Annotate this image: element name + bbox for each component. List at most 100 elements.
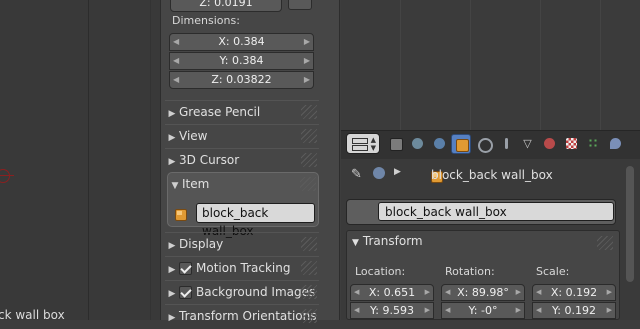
object-cube-icon (175, 208, 187, 221)
scene-icon (434, 138, 445, 149)
modifiers-icon (505, 138, 508, 149)
rotation-y-field[interactable]: ◀ Y: -0° ▶ (441, 302, 525, 319)
physics-icon (610, 138, 621, 149)
tab-texture[interactable] (562, 134, 582, 154)
background-images-checkbox[interactable] (179, 286, 192, 299)
dimension-y-field[interactable]: ◀ Y: 0.384 ▶ (169, 52, 314, 70)
scale-label: Scale: (536, 265, 570, 278)
drag-grip-icon[interactable] (301, 261, 317, 275)
panel-background-images[interactable]: ▶ Background Images (165, 280, 319, 303)
increment-arrow-icon[interactable]: ▶ (516, 285, 521, 300)
scale-x-field[interactable]: ◀ X: 0.192 ▶ (532, 284, 616, 301)
expand-triangle-icon: ▶ (168, 289, 176, 299)
decrement-arrow-icon[interactable]: ◀ (354, 285, 359, 300)
scrollbar[interactable] (626, 166, 634, 282)
particles-icon (588, 138, 599, 149)
increment-arrow-icon[interactable]: ▶ (425, 285, 430, 300)
location-y-field[interactable]: ◀ Y: 9.593 ▶ (350, 302, 434, 319)
drag-grip-icon[interactable] (301, 237, 317, 251)
lock-toggle[interactable] (288, 0, 312, 10)
panel-grease-pencil[interactable]: ▶ Grease Pencil (165, 100, 319, 123)
dimension-z-field[interactable]: ◀ Z: 0.03822 ▶ (169, 71, 314, 89)
rotation-x-field[interactable]: ◀ X: 89.98° ▶ (441, 284, 525, 301)
panel-transform-orientations[interactable]: ▶ Transform Orientations (165, 304, 319, 327)
object-icon (456, 139, 469, 152)
render-layers-icon (412, 138, 423, 149)
object-origin-axis (0, 175, 14, 176)
object-name-field[interactable]: block_back wall_box (378, 202, 614, 221)
increment-arrow-icon[interactable]: ▶ (304, 34, 310, 50)
drag-grip-icon[interactable] (597, 236, 613, 250)
context-menu-button[interactable]: ▲ ▼ (346, 133, 380, 154)
tab-render-layers[interactable] (408, 134, 428, 154)
panel-motion-tracking[interactable]: ▶ Motion Tracking (165, 256, 319, 279)
grid-divider (400, 0, 401, 130)
decrement-arrow-icon[interactable]: ◀ (536, 285, 541, 300)
3d-viewport[interactable] (0, 0, 160, 320)
collapse-triangle-icon: ▼ (352, 238, 359, 248)
constraints-icon (478, 138, 493, 153)
expand-triangle-icon: ▶ (168, 265, 176, 275)
drag-grip-icon[interactable] (301, 153, 317, 167)
tab-constraints[interactable] (474, 134, 494, 154)
panel-display[interactable]: ▶ Display (165, 232, 319, 255)
viewport-grid-line (150, 0, 151, 320)
panel-view[interactable]: ▶ View (165, 124, 319, 147)
material-icon (544, 138, 555, 149)
collapse-triangle-icon: ▼ (171, 181, 179, 191)
breadcrumb-arrow-icon: ▶ (394, 167, 401, 177)
increment-arrow-icon[interactable]: ▶ (304, 72, 310, 88)
increment-arrow-icon[interactable]: ▶ (607, 303, 612, 318)
render-icon (390, 138, 403, 151)
increment-arrow-icon[interactable]: ▶ (304, 53, 310, 69)
drag-grip-icon[interactable] (301, 129, 317, 143)
item-name-field[interactable]: block_back wall_box (196, 203, 315, 238)
expand-triangle-icon: ▶ (168, 313, 176, 323)
toggle-bar-icon (352, 138, 368, 144)
drag-grip-icon[interactable] (300, 177, 316, 191)
drag-grip-icon[interactable] (301, 309, 317, 323)
tab-particles[interactable] (584, 134, 604, 154)
tab-object[interactable] (451, 134, 471, 154)
drag-grip-icon[interactable] (301, 105, 317, 119)
decrement-arrow-icon[interactable]: ◀ (536, 303, 541, 318)
expand-triangle-icon: ▶ (168, 241, 176, 251)
texture-icon (566, 138, 577, 149)
decrement-arrow-icon[interactable]: ◀ (173, 53, 179, 69)
up-down-arrow-icon: ▲ ▼ (370, 136, 376, 152)
tab-physics[interactable] (606, 134, 626, 154)
panel-3d-cursor[interactable]: ▶ 3D Cursor (165, 148, 319, 171)
location-x-field[interactable]: ◀ X: 0.651 ▶ (350, 284, 434, 301)
breadcrumb: block_back wall_box (431, 168, 553, 182)
location-z-field[interactable]: Z: 0.0191 (170, 0, 282, 12)
decrement-arrow-icon[interactable]: ◀ (173, 72, 179, 88)
expand-triangle-icon: ▶ (168, 157, 176, 167)
tab-material[interactable] (540, 134, 560, 154)
decrement-arrow-icon[interactable]: ◀ (445, 285, 450, 300)
tab-data[interactable]: ▽ (518, 134, 538, 154)
expand-triangle-icon: ▶ (168, 109, 176, 119)
transform-panel-header[interactable]: ▼ Transform (352, 234, 423, 248)
pin-icon[interactable]: ✎ (351, 167, 362, 182)
data-icon: ▽ (523, 137, 532, 150)
grid-divider (540, 0, 541, 130)
panel-item-header[interactable]: ▼ Item (168, 173, 318, 195)
motion-tracking-checkbox[interactable] (179, 262, 192, 275)
tab-render[interactable] (386, 134, 406, 154)
decrement-arrow-icon[interactable]: ◀ (173, 34, 179, 50)
tab-modifiers[interactable] (496, 134, 516, 154)
dimension-x-field[interactable]: ◀ X: 0.384 ▶ (169, 33, 314, 51)
scale-y-field[interactable]: ◀ Y: 0.192 ▶ (532, 302, 616, 319)
rotation-label: Rotation: (445, 265, 495, 278)
decrement-arrow-icon[interactable]: ◀ (445, 303, 450, 318)
scene-link-icon (373, 167, 385, 179)
tab-scene[interactable] (430, 134, 450, 154)
increment-arrow-icon[interactable]: ▶ (425, 303, 430, 318)
viewport-grid-line (88, 0, 89, 320)
drag-grip-icon[interactable] (301, 285, 317, 299)
decrement-arrow-icon[interactable]: ◀ (354, 303, 359, 318)
dimensions-label: Dimensions: (172, 14, 240, 27)
grid-divider (600, 0, 601, 130)
increment-arrow-icon[interactable]: ▶ (516, 303, 521, 318)
increment-arrow-icon[interactable]: ▶ (607, 285, 612, 300)
